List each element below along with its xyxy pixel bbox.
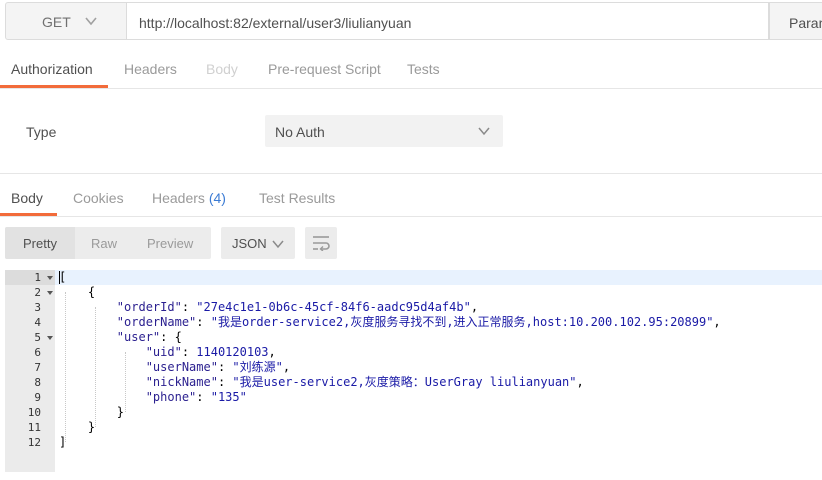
line-number: 5 [34,331,41,344]
line-number: 1 [34,271,41,284]
line-number: 8 [34,376,41,389]
code-line: "orderId": "27e4c1e1-0b6c-45cf-84f6-aadc… [116,300,479,314]
authorization-panel: Type No Auth [0,89,822,174]
code-line: "uid": 1140120103, [145,345,276,359]
tab-pre-request-script[interactable]: Pre-request Script [268,61,381,77]
format-value: JSON [232,236,267,251]
view-pretty-button[interactable]: Pretty [23,236,57,251]
method-label: GET [42,14,71,30]
line-number: 11 [27,421,41,434]
tab-cookies[interactable]: Cookies [73,190,124,206]
view-mode-switch: Pretty Raw Preview [5,227,211,259]
auth-type-value: No Auth [275,124,325,140]
code-line: } [59,405,125,419]
text-cursor [59,271,60,284]
tab-test-results[interactable]: Test Results [259,190,335,206]
format-select[interactable]: JSON [221,227,295,259]
view-preview-button[interactable]: Preview [147,236,193,251]
json-code: [ { "orderId": "27e4c1e1-0b6c-45cf-84f6-… [59,270,721,480]
view-raw-button[interactable]: Raw [91,236,117,251]
params-button[interactable]: Param [769,2,822,40]
code-line: "orderName": "我是order-service2,灰度服务寻找不到,… [116,315,721,329]
line-number: 4 [34,316,41,329]
active-response-tab-indicator [0,213,57,216]
code-line: "userName": "刘练源", [145,360,291,374]
fold-arrow-icon[interactable] [47,276,53,280]
wrap-lines-button[interactable] [305,227,337,259]
code-line: } [59,420,96,434]
chevron-down-icon [85,17,97,26]
wrap-lines-icon [313,236,330,251]
tab-tests[interactable]: Tests [407,61,440,77]
line-number: 2 [34,286,41,299]
url-text: http://localhost:82/external/user3/liuli… [139,15,412,31]
request-tabs: Authorization Headers Body Pre-request S… [0,48,822,89]
auth-type-label: Type [26,124,57,140]
request-url-bar: GET http://localhost:82/external/user3/l… [0,0,822,42]
code-line: "phone": "135" [145,390,247,404]
response-headers-label: Headers [152,190,205,206]
code-line: "nickName": "我是user-service2,灰度策略：UserGr… [145,375,584,389]
response-body-editor[interactable]: 1 2 3 4 5 6 7 8 9 10 11 12 [ { "orderId"… [5,270,822,472]
chevron-down-icon [272,240,284,249]
tab-response-headers[interactable]: Headers (4) [152,190,226,206]
fold-arrow-icon[interactable] [47,336,53,340]
code-line: { [59,285,96,299]
line-number: 6 [34,346,41,359]
method-select[interactable]: GET [5,2,127,40]
response-toolbar: Pretty Raw Preview JSON [0,217,822,269]
tab-response-body[interactable]: Body [11,190,43,206]
line-number: 10 [27,406,41,419]
response-tabs: Body Cookies Headers (4) Test Results [0,174,822,217]
code-line: [ [59,270,67,284]
line-number: 12 [27,436,41,449]
code-line: ] [59,435,67,449]
headers-count-badge: (4) [208,190,226,206]
fold-arrow-icon[interactable] [47,291,53,295]
line-number-gutter: 1 2 3 4 5 6 7 8 9 10 11 12 [5,270,55,472]
tab-authorization[interactable]: Authorization [11,61,93,77]
chevron-down-icon [478,127,490,136]
tab-headers[interactable]: Headers [124,61,177,77]
line-number: 7 [34,361,41,374]
params-label: Param [789,15,822,31]
code-line: "user": { [116,330,182,344]
active-tab-indicator [0,85,108,88]
active-line-highlight [5,270,822,285]
auth-type-select[interactable]: No Auth [265,115,503,147]
line-number: 9 [34,391,41,404]
tab-body[interactable]: Body [206,61,238,77]
line-number: 3 [34,301,41,314]
url-input[interactable]: http://localhost:82/external/user3/liuli… [127,2,769,40]
